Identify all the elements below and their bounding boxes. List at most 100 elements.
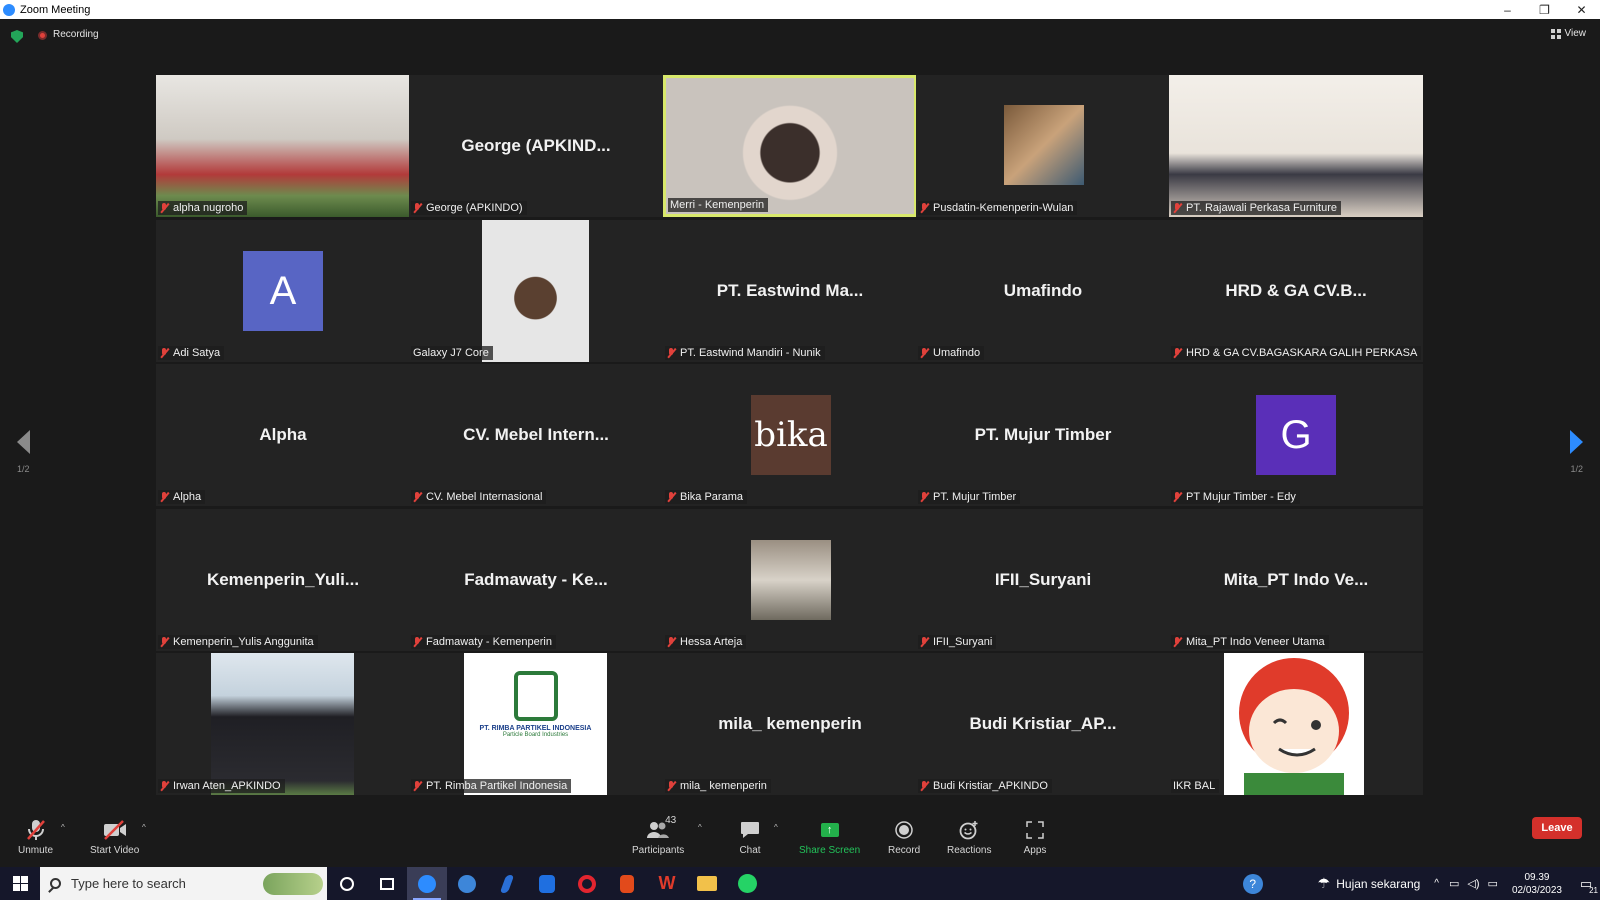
participant-tile[interactable]: HRD & GA CV.B... HRD & GA CV.BAGASKARA GA… <box>1169 220 1423 362</box>
cortana-icon[interactable] <box>327 867 367 900</box>
start-video-button[interactable]: Start Video <box>90 817 139 856</box>
chat-caret-icon[interactable]: ^ <box>774 823 778 832</box>
windows-taskbar: Type here to search W ? ☂ Hujan sekarang… <box>0 867 1600 900</box>
leave-button[interactable]: Leave <box>1532 817 1582 839</box>
mic-muted-icon <box>920 348 929 358</box>
participant-tile[interactable]: Budi Kristiar_AP... Budi Kristiar_APKINDO <box>916 653 1170 795</box>
participant-tile[interactable]: Hessa Arteja <box>663 509 917 651</box>
taskbar-file-explorer-icon[interactable] <box>687 867 727 900</box>
taskbar-messenger-icon[interactable] <box>447 867 487 900</box>
apps-button[interactable]: Apps <box>1022 817 1048 856</box>
participant-nameplate: CV. Mebel Internasional <box>411 490 547 504</box>
participant-display-name: Budi Kristiar_AP... <box>969 714 1117 733</box>
weather-text[interactable]: Hujan sekarang <box>1336 877 1420 891</box>
participant-tile[interactable]: Irwan Aten_APKINDO <box>156 653 410 795</box>
participant-display-name: PT. Mujur Timber <box>974 425 1112 444</box>
grid-icon <box>1550 28 1561 39</box>
participant-nameplate: Adi Satya <box>158 346 225 360</box>
participant-tile[interactable]: PT. RIMBA PARTIKEL INDONESIA Particle Boa… <box>409 653 663 795</box>
network-icon[interactable]: ▭ <box>1449 877 1459 890</box>
participant-cartoon <box>1224 653 1364 795</box>
participant-nameplate: Bika Parama <box>665 490 747 504</box>
mic-muted-icon <box>920 492 929 502</box>
view-button[interactable]: View <box>1550 28 1586 39</box>
record-button[interactable]: Record <box>888 817 920 856</box>
mic-muted-icon <box>667 781 676 791</box>
participant-tile[interactable]: IKR BAL <box>1169 653 1423 795</box>
participant-tile[interactable]: PT. Eastwind Ma... PT. Eastwind Mandiri -… <box>663 220 917 362</box>
close-button[interactable]: ✕ <box>1563 0 1600 19</box>
taskbar-zoom-icon[interactable] <box>407 867 447 900</box>
taskbar-wps-icon[interactable]: W <box>647 867 687 900</box>
video-gallery: alpha nugroho George (APKIND... George (AP… <box>156 75 1444 809</box>
system-tray: ? ☂ Hujan sekarang ^ ▭ ◁) ▭ 09.39 02/03/… <box>1242 867 1600 900</box>
participant-name: PT. Rajawali Perkasa Furniture <box>1186 202 1338 214</box>
participant-tile[interactable]: Kemenperin_Yuli... Kemenperin_Yulis Anggu… <box>156 509 410 651</box>
mic-muted-icon <box>413 637 422 647</box>
participant-nameplate: alpha nugroho <box>158 201 248 215</box>
mic-muted-icon <box>413 203 422 213</box>
participant-tile[interactable]: Pusdatin-Kemenperin-Wulan <box>916 75 1170 217</box>
participant-tile[interactable]: Mita_PT Indo Ve... Mita_PT Indo Veneer Ut… <box>1169 509 1423 651</box>
taskbar-lightning-icon[interactable] <box>487 867 527 900</box>
security-shield-icon[interactable] <box>11 30 23 43</box>
participant-tile[interactable]: bika Bika Parama <box>663 364 917 506</box>
next-page-arrow-icon[interactable] <box>1570 430 1583 454</box>
mic-muted-icon <box>160 781 169 791</box>
display-icon[interactable]: ▭ <box>1488 877 1498 890</box>
participant-tile[interactable]: Galaxy J7 Core <box>409 220 663 362</box>
clock[interactable]: 09.39 02/03/2023 <box>1512 871 1562 897</box>
participant-tile[interactable]: A Adi Satya <box>156 220 410 362</box>
participant-tile[interactable]: IFII_Suryani IFII_Suryani <box>916 509 1170 651</box>
participant-tile[interactable]: PT. Rajawali Perkasa Furniture <box>1169 75 1423 217</box>
mic-muted-icon <box>160 203 169 213</box>
participant-tile[interactable]: Umafindo Umafindo <box>916 220 1170 362</box>
participant-tile[interactable]: PT. Mujur Timber PT. Mujur Timber <box>916 364 1170 506</box>
show-hidden-icons-icon[interactable]: ^ <box>1434 878 1439 889</box>
share-screen-button[interactable]: ↑ Share Screen <box>799 817 860 856</box>
participant-tile[interactable]: Merri - Kemenperin <box>663 75 917 217</box>
chat-button[interactable]: Chat <box>737 817 763 856</box>
help-icon[interactable]: ? <box>1242 873 1263 894</box>
minimize-button[interactable]: – <box>1489 0 1526 19</box>
restore-button[interactable]: ❐ <box>1526 0 1563 19</box>
video-options-caret-icon[interactable]: ^ <box>142 823 146 832</box>
taskbar-search-box[interactable]: Type here to search <box>40 867 327 900</box>
participant-nameplate: IFII_Suryani <box>918 635 997 649</box>
participants-button[interactable]: 43 Participants <box>632 815 684 856</box>
participant-name: Fadmawaty - Kemenperin <box>426 636 552 648</box>
audio-options-caret-icon[interactable]: ^ <box>61 823 65 832</box>
taskbar-whatsapp-icon[interactable] <box>727 867 767 900</box>
participant-tile[interactable]: Fadmawaty - Ke... Fadmawaty - Kemenperin <box>409 509 663 651</box>
start-button[interactable] <box>0 867 40 900</box>
prev-page-arrow-icon[interactable] <box>17 430 30 454</box>
mic-muted-icon <box>413 492 422 502</box>
participant-nameplate: PT. Rimba Partikel Indonesia <box>411 779 572 793</box>
mic-muted-icon <box>413 781 422 791</box>
taskbar-opera-icon[interactable] <box>567 867 607 900</box>
unmute-label: Unmute <box>18 845 54 856</box>
mic-muted-icon <box>920 203 929 213</box>
unmute-button[interactable]: Unmute <box>18 817 53 856</box>
taskbar-office-icon[interactable] <box>607 867 647 900</box>
task-view-icon[interactable] <box>367 867 407 900</box>
reactions-button[interactable]: Reactions <box>947 817 991 856</box>
search-highlight-image <box>263 873 323 895</box>
participant-display-name: Kemenperin_Yuli... <box>206 570 360 589</box>
participant-name: Galaxy J7 Core <box>413 347 489 359</box>
notification-center-icon[interactable]: ▭ 21 <box>1572 867 1600 900</box>
participant-tile[interactable]: George (APKIND... George (APKINDO) <box>409 75 663 217</box>
clock-date: 02/03/2023 <box>1511 884 1562 896</box>
participant-tile[interactable]: CV. Mebel Intern... CV. Mebel Internasion… <box>409 364 663 506</box>
participant-display-name: PT. Eastwind Ma... <box>716 281 864 300</box>
participants-caret-icon[interactable]: ^ <box>698 823 702 832</box>
participant-tile[interactable]: mila_ kemenperin mila_ kemenperin <box>663 653 917 795</box>
participant-tile[interactable]: G PT Mujur Timber - Edy <box>1169 364 1423 506</box>
participant-tile[interactable]: Alpha Alpha <box>156 364 410 506</box>
participant-photo <box>482 220 589 362</box>
volume-icon[interactable]: ◁) <box>1467 877 1479 890</box>
participant-tile[interactable]: alpha nugroho <box>156 75 410 217</box>
participant-video <box>666 78 914 214</box>
taskbar-dropbox-icon[interactable] <box>527 867 567 900</box>
participant-nameplate: Umafindo <box>918 346 985 360</box>
